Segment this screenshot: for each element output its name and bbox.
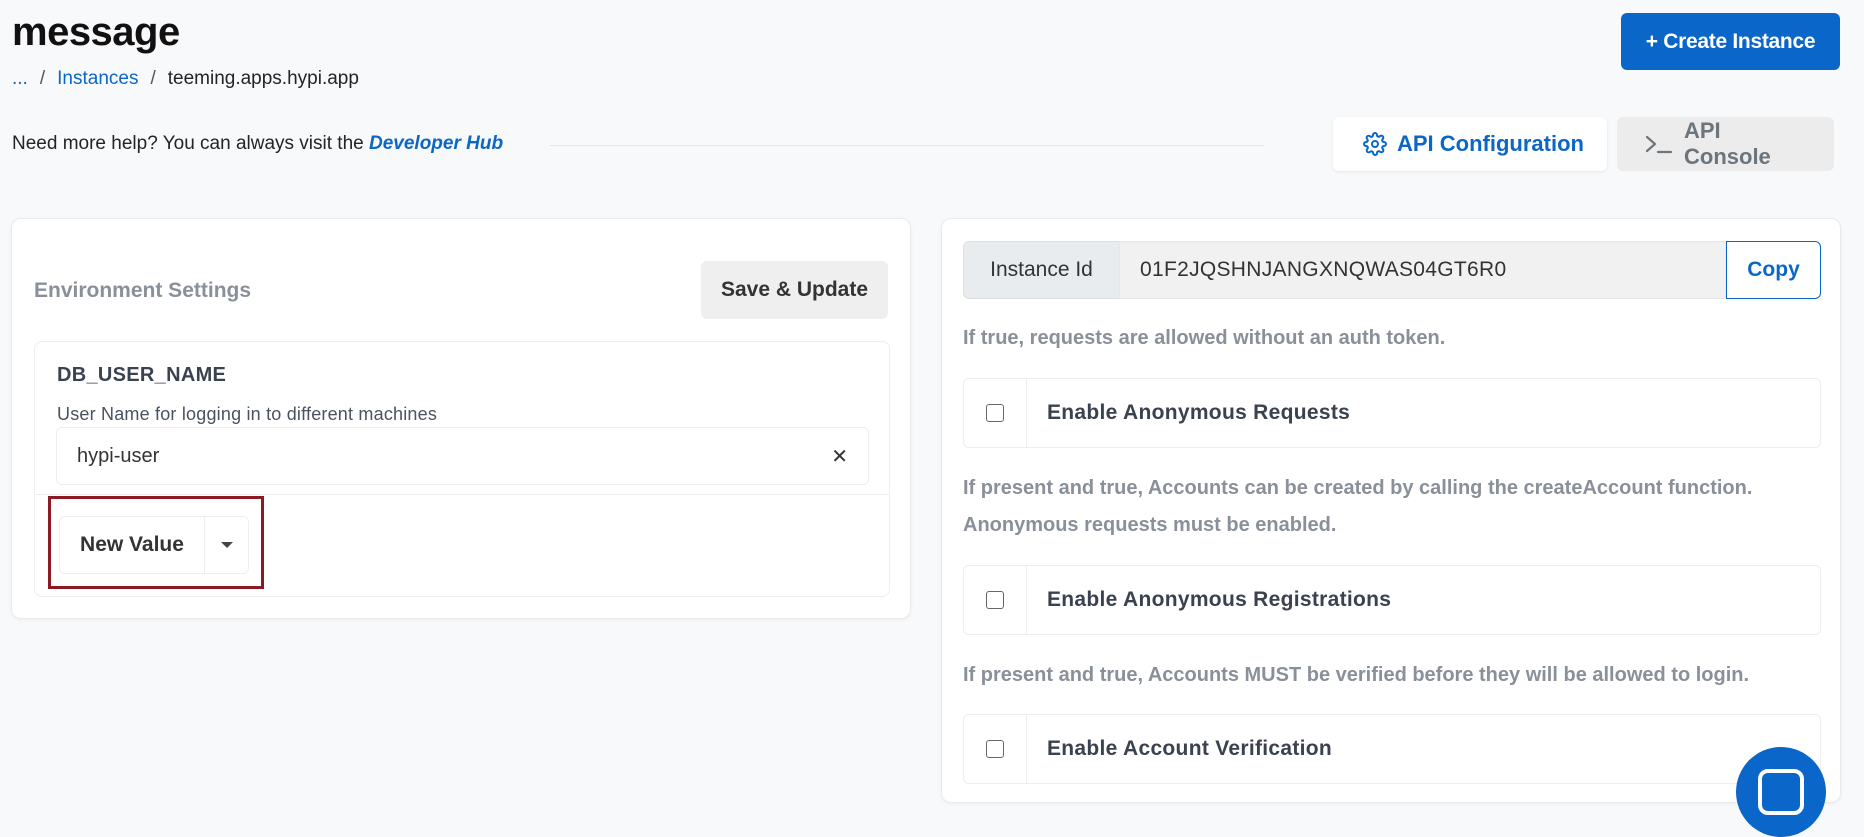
copy-button[interactable]: Copy xyxy=(1726,241,1821,299)
help-text-prefix: Need more help? You can always visit the xyxy=(12,133,369,154)
new-value-button[interactable]: New Value xyxy=(60,517,204,573)
api-tabs: API Configuration API Console xyxy=(1333,117,1834,171)
option-label[interactable]: Enable Anonymous Registrations xyxy=(1027,566,1391,634)
enable-anonymous-requests-checkbox[interactable] xyxy=(986,404,1004,422)
terminal-icon xyxy=(1644,132,1674,156)
instance-id-value[interactable]: 01F2JQSHNJANGXNQWAS04GT6R0 xyxy=(1119,241,1726,299)
gear-icon xyxy=(1363,132,1387,156)
option-checkbox-cell xyxy=(964,566,1027,634)
breadcrumb-ellipsis[interactable]: ... xyxy=(12,68,28,90)
option-description: If present and true, Accounts MUST be ve… xyxy=(963,664,1750,686)
api-configuration-card: Instance Id 01F2JQSHNJANGXNQWAS04GT6R0 C… xyxy=(941,218,1841,803)
environment-settings-title: Environment Settings xyxy=(34,279,252,302)
env-variable-name: DB_USER_NAME xyxy=(57,364,227,386)
new-value-split-button: New Value xyxy=(59,516,249,574)
tab-api-configuration[interactable]: API Configuration xyxy=(1333,117,1607,171)
new-value-dropdown-toggle[interactable] xyxy=(204,517,248,573)
env-variable-value[interactable]: hypi-user xyxy=(77,445,831,468)
enable-account-verification-checkbox[interactable] xyxy=(986,740,1004,758)
chevron-down-icon xyxy=(220,542,233,548)
option-description: If present and true, Accounts can be cre… xyxy=(963,477,1753,536)
instance-id-label: Instance Id xyxy=(963,241,1119,299)
chat-icon xyxy=(1758,769,1804,815)
env-variable-description: User Name for logging in to different ma… xyxy=(57,404,438,424)
option-description: If true, requests are allowed without an… xyxy=(963,327,1446,349)
breadcrumb-instances[interactable]: Instances xyxy=(57,68,138,90)
option-checkbox-cell xyxy=(964,715,1027,783)
enable-anonymous-registrations-checkbox[interactable] xyxy=(986,591,1004,609)
page-title: message xyxy=(12,10,180,54)
env-divider xyxy=(35,494,889,495)
breadcrumb: ... / Instances / teeming.apps.hypi.app xyxy=(12,68,359,90)
create-instance-button[interactable]: + Create Instance xyxy=(1621,13,1840,70)
option-label[interactable]: Enable Account Verification xyxy=(1027,715,1332,783)
breadcrumb-separator: / xyxy=(39,68,46,89)
new-value-highlight: New Value xyxy=(48,496,264,589)
save-update-button[interactable]: Save & Update xyxy=(701,261,888,319)
option-row-account-verification: Enable Account Verification xyxy=(963,714,1821,784)
tab-api-console[interactable]: API Console xyxy=(1617,117,1834,171)
option-row-anonymous-registrations: Enable Anonymous Registrations xyxy=(963,565,1821,635)
option-label[interactable]: Enable Anonymous Requests xyxy=(1027,379,1350,447)
breadcrumb-current: teeming.apps.hypi.app xyxy=(167,68,359,89)
help-text: Need more help? You can always visit the… xyxy=(12,133,503,155)
option-checkbox-cell xyxy=(964,379,1027,447)
breadcrumb-separator: / xyxy=(150,68,156,89)
tab-api-console-label: API Console xyxy=(1684,118,1771,169)
chat-launcher-button[interactable] xyxy=(1736,747,1826,837)
developer-hub-link[interactable]: Developer Hub xyxy=(369,133,503,154)
close-icon[interactable]: ✕ xyxy=(831,444,848,469)
tab-api-configuration-label: API Configuration xyxy=(1397,131,1584,156)
instance-id-group: Instance Id 01F2JQSHNJANGXNQWAS04GT6R0 C… xyxy=(963,241,1821,299)
help-divider xyxy=(550,145,1264,146)
env-variable-value-field[interactable]: hypi-user ✕ xyxy=(56,427,869,485)
option-row-anonymous-requests: Enable Anonymous Requests xyxy=(963,378,1821,448)
